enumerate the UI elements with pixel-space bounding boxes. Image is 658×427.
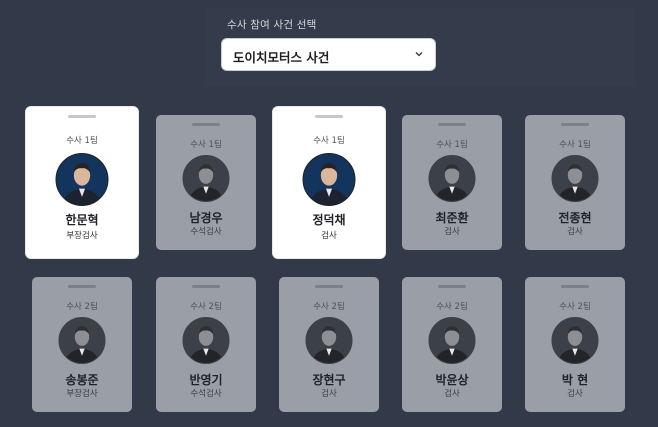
team-label: 수사 1팀 [436,140,468,150]
prosecutor-card[interactable]: 수사 1팀 최준환 검사 [402,115,502,250]
profile-photo [182,155,230,202]
prosecutor-role: 부장검사 [66,231,98,241]
profile-photo [428,155,476,202]
badge-clip [68,285,96,288]
badge-clip [438,285,466,288]
prosecutor-card[interactable]: 수사 2팀 박 현 검사 [525,277,625,412]
team-label: 수사 2팀 [436,302,468,312]
prosecutor-name: 최준환 [435,211,469,225]
badge-clip [561,285,589,288]
profile-photo [182,317,230,364]
prosecutor-card[interactable]: 수사 2팀 박윤상 검사 [402,277,502,412]
badge-clip [68,115,96,118]
prosecutor-role: 검사 [567,227,583,237]
case-select-value: 도이치모터스 사건 [233,50,330,65]
person-silhouette-icon [434,326,470,363]
badge-clip [561,123,589,126]
profile-photo [58,317,106,364]
team-label: 수사 2팀 [559,302,591,312]
badge-clip [315,285,343,288]
prosecutor-card[interactable]: 수사 1팀 남경우 수석검사 [156,115,256,250]
prosecutor-card[interactable]: 수사 1팀 정덕채 검사 [273,107,385,258]
prosecutor-card[interactable]: 수사 1팀 한문혁 부장검사 [26,107,138,258]
prosecutor-name: 한문혁 [65,213,99,227]
team-label: 수사 1팀 [190,140,222,150]
badge-clip [192,123,220,126]
team-label: 수사 2팀 [190,302,222,312]
prosecutor-role: 부장검사 [66,389,98,399]
person-silhouette-icon [557,164,593,201]
prosecutor-role: 검사 [444,389,460,399]
person-silhouette-icon [557,326,593,363]
person-silhouette-icon [309,163,349,205]
prosecutor-card[interactable]: 수사 2팀 장현구 검사 [279,277,379,412]
person-silhouette-icon [188,164,224,201]
prosecutor-role: 검사 [567,389,583,399]
prosecutor-name: 박윤상 [435,373,469,387]
prosecutor-card[interactable]: 수사 2팀 반영기 수석검사 [156,277,256,412]
case-select-dropdown[interactable]: 도이치모터스 사건 [221,38,436,71]
prosecutor-name: 반영기 [189,373,223,387]
badge-clip [192,285,220,288]
profile-photo [428,317,476,364]
prosecutor-name: 송봉준 [65,373,99,387]
prosecutor-role: 검사 [321,231,337,241]
prosecutor-name: 정덕채 [312,213,346,227]
prosecutor-name: 장현구 [312,373,346,387]
person-silhouette-icon [188,326,224,363]
person-silhouette-icon [62,163,102,205]
prosecutor-role: 검사 [321,389,337,399]
prosecutor-name: 전종현 [558,211,592,225]
profile-photo [302,153,356,206]
team-label: 수사 1팀 [559,140,591,150]
person-silhouette-icon [434,164,470,201]
profile-photo [55,153,109,206]
chevron-down-icon [415,52,423,57]
profile-photo [551,317,599,364]
case-selector-label: 수사 참여 사건 선택 [227,19,317,31]
prosecutor-role: 검사 [444,227,460,237]
profile-photo [551,155,599,202]
badge-clip [315,115,343,118]
prosecutor-role: 수석검사 [190,389,222,399]
team-label: 수사 1팀 [66,136,98,146]
person-silhouette-icon [311,326,347,363]
team-label: 수사 2팀 [313,302,345,312]
prosecutor-card[interactable]: 수사 1팀 전종현 검사 [525,115,625,250]
prosecutor-name: 남경우 [189,211,223,225]
team-label: 수사 2팀 [66,302,98,312]
prosecutor-name: 박 현 [561,373,589,387]
team-label: 수사 1팀 [313,136,345,146]
prosecutor-card[interactable]: 수사 2팀 송봉준 부장검사 [32,277,132,412]
prosecutor-role: 수석검사 [190,227,222,237]
badge-clip [438,123,466,126]
profile-photo [305,317,353,364]
person-silhouette-icon [64,326,100,363]
